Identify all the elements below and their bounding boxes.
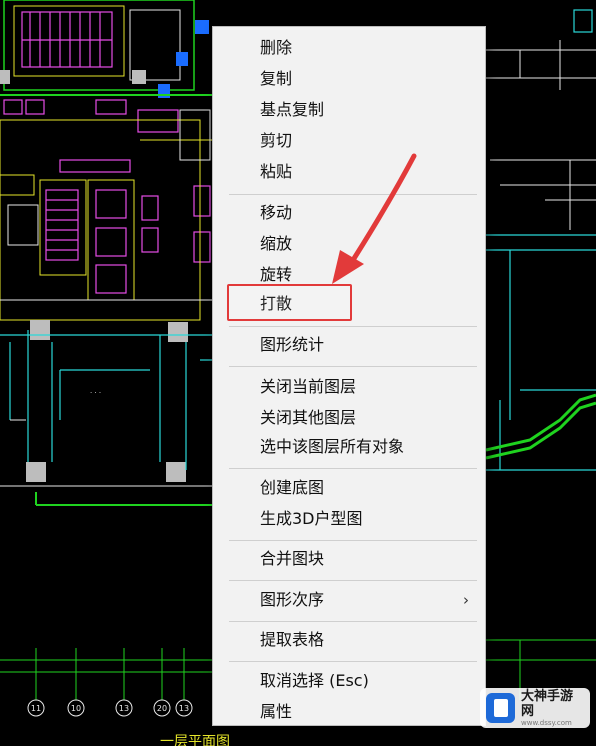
menu-separator — [229, 366, 477, 367]
menu-separator — [229, 468, 477, 469]
menu-item-draw-order[interactable]: 图形次序 › — [213, 586, 485, 614]
menu-item-close-other-layers[interactable]: 关闭其他图层 — [213, 404, 485, 432]
context-menu: 删除 复制 基点复制 剪切 粘贴 移动 缩放 旋转 打散 图形统计 关闭当前图层… — [212, 26, 486, 726]
menu-separator — [229, 661, 477, 662]
menu-separator — [229, 580, 477, 581]
axis-label-4: 20 — [157, 704, 167, 713]
chevron-right-icon: › — [463, 591, 469, 609]
menu-item-draw-order-label: 图形次序 — [260, 590, 325, 609]
menu-item-copy-with-base-point[interactable]: 基点复制 — [213, 96, 485, 124]
menu-item-generate-3d-floorplan[interactable]: 生成3D户型图 — [213, 505, 485, 533]
menu-item-close-current-layer[interactable]: 关闭当前图层 — [213, 373, 485, 401]
watermark-url: www.dssy.com — [521, 718, 572, 727]
menu-separator — [229, 621, 477, 622]
menu-item-copy[interactable]: 复制 — [213, 65, 485, 93]
menu-item-merge-blocks[interactable]: 合并图块 — [213, 545, 485, 573]
annotation-arrow-icon — [332, 153, 417, 284]
axis-label-5: 13 — [179, 704, 189, 713]
menu-separator — [229, 540, 477, 541]
svg-text:· · ·: · · · — [90, 389, 101, 397]
watermark: 大神手游网 www.dssy.com — [480, 688, 590, 728]
axis-label-2: 10 — [71, 704, 81, 713]
menu-item-shape-statistics[interactable]: 图形统计 — [213, 331, 485, 359]
menu-item-extract-table[interactable]: 提取表格 — [213, 626, 485, 654]
watermark-title: 大神手游网 — [521, 688, 574, 719]
box-logo-icon — [486, 693, 516, 723]
menu-item-properties[interactable]: 属性 — [213, 698, 485, 726]
menu-item-delete[interactable]: 删除 — [213, 34, 485, 62]
axis-label-1: 11 — [31, 704, 41, 713]
menu-item-select-layer-objects[interactable]: 选中该图层所有对象 — [213, 433, 485, 461]
drawing-title: 一层平面图 — [160, 734, 230, 746]
axis-label-3: 13 — [119, 704, 129, 713]
menu-separator — [229, 326, 477, 327]
menu-item-create-base-map[interactable]: 创建底图 — [213, 474, 485, 502]
menu-item-cancel-selection[interactable]: 取消选择 (Esc) — [213, 667, 485, 695]
